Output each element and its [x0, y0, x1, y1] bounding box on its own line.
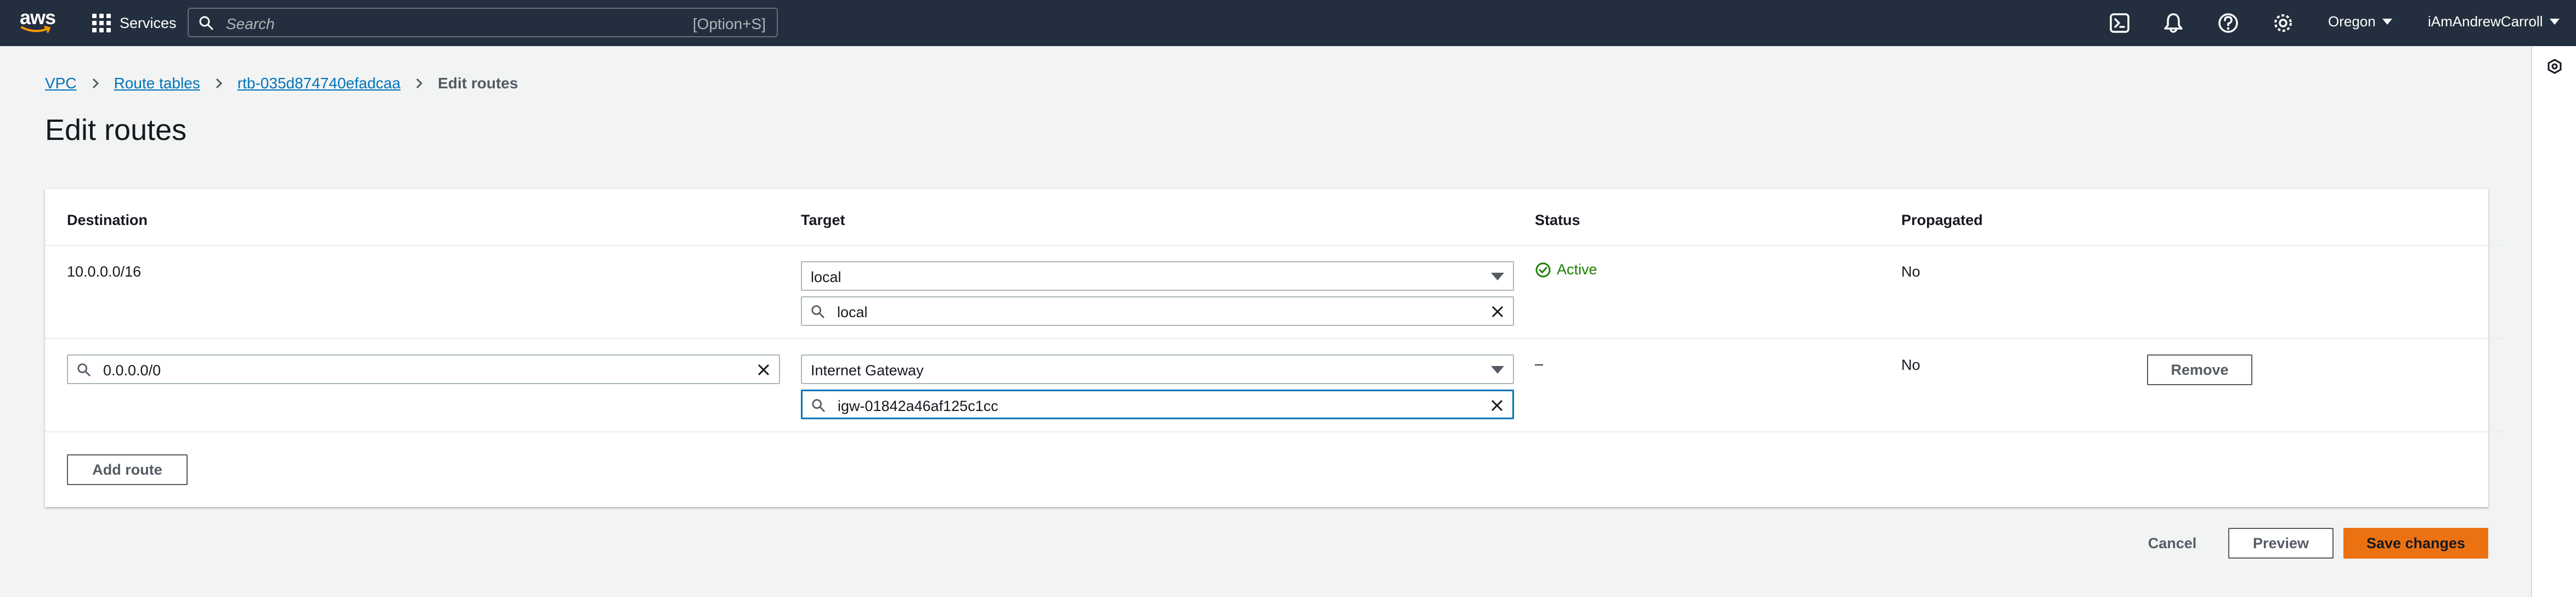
route-2-destination-input[interactable]: 0.0.0.0/0 [67, 354, 780, 384]
aws-smile-icon [21, 26, 51, 33]
aws-logo[interactable]: aws [20, 7, 56, 37]
route-1-target-input[interactable]: local [801, 296, 1514, 326]
route-2-target-input[interactable]: igw-01842a46af125c1cc [801, 390, 1514, 419]
route-1-status-text: Active [1557, 261, 1597, 278]
status-success-icon [1535, 262, 1551, 277]
search-icon [812, 399, 825, 412]
clear-icon[interactable] [1489, 398, 1505, 413]
services-label: Services [120, 14, 177, 31]
services-menu-button[interactable]: Services [92, 11, 177, 35]
global-search-input[interactable]: Search [Option+S] [188, 8, 778, 37]
route-1-status: Active [1535, 261, 1597, 278]
breadcrumb-current: Edit routes [438, 75, 518, 92]
cloudshell-icon[interactable] [2108, 11, 2132, 35]
route-1-target-type-value: local [811, 269, 841, 285]
route-1-destination: 10.0.0.0/16 [67, 263, 142, 280]
account-name: iAmAndrewCarroll [2428, 13, 2543, 30]
clear-icon[interactable] [756, 362, 771, 378]
side-panel-rail [2531, 46, 2576, 597]
header-divider [45, 245, 2504, 246]
column-header-propagated: Propagated [1901, 212, 1983, 228]
chevron-right-icon [216, 78, 222, 89]
top-navigation: aws Services Search [Option+S] Oregon iA… [0, 0, 2576, 46]
route-1-target-value: local [837, 304, 868, 320]
chevron-down-icon [2549, 19, 2560, 25]
help-icon[interactable] [2216, 11, 2240, 35]
column-header-status: Status [1535, 212, 1580, 228]
grid-icon [92, 14, 111, 32]
bell-icon[interactable] [2161, 11, 2185, 35]
row-divider [45, 338, 2504, 339]
search-icon [77, 363, 91, 376]
route-2-target-value: igw-01842a46af125c1cc [838, 398, 998, 414]
account-menu[interactable]: iAmAndrewCarroll [2428, 13, 2560, 30]
caret-down-icon [1491, 273, 1504, 280]
clear-icon[interactable] [1490, 304, 1505, 319]
search-shortcut-hint: [Option+S] [692, 15, 766, 32]
page-title: Edit routes [45, 114, 187, 147]
route-2-target-type-value: Internet Gateway [811, 362, 924, 379]
breadcrumb-vpc-link[interactable]: VPC [45, 75, 77, 92]
caret-down-icon [1491, 366, 1504, 374]
row-divider [45, 431, 2504, 432]
column-header-destination: Destination [67, 212, 148, 228]
remove-route-button[interactable]: Remove [2147, 354, 2252, 385]
gear-icon[interactable] [2271, 11, 2295, 35]
preview-button[interactable]: Preview [2228, 528, 2334, 559]
route-2-status: – [1535, 356, 1544, 372]
cancel-button[interactable]: Cancel [2134, 528, 2211, 559]
column-header-target: Target [801, 212, 845, 228]
add-route-button[interactable]: Add route [67, 454, 188, 485]
routes-panel [45, 189, 2488, 507]
chevron-right-icon [92, 78, 99, 89]
breadcrumb-route-tables-link[interactable]: Route tables [114, 75, 200, 92]
breadcrumb-route-table-link[interactable]: rtb-035d874740efadcaa [238, 75, 400, 92]
region-label: Oregon [2328, 13, 2376, 30]
search-icon [811, 305, 824, 318]
route-2-target-type-select[interactable]: Internet Gateway [801, 354, 1514, 384]
search-placeholder: Search [226, 15, 275, 32]
route-2-destination-value: 0.0.0.0/0 [103, 362, 161, 379]
info-panel-icon[interactable] [2546, 58, 2563, 75]
search-icon [199, 16, 213, 30]
region-selector[interactable]: Oregon [2328, 13, 2392, 30]
save-changes-button[interactable]: Save changes [2343, 528, 2488, 559]
chevron-right-icon [416, 78, 423, 89]
route-1-propagated: No [1901, 263, 1920, 280]
route-2-propagated: No [1901, 357, 1920, 373]
chevron-down-icon [2382, 19, 2392, 25]
route-1-target-type-select[interactable]: local [801, 261, 1514, 291]
breadcrumb: VPC Route tables rtb-035d874740efadcaa E… [45, 75, 518, 92]
